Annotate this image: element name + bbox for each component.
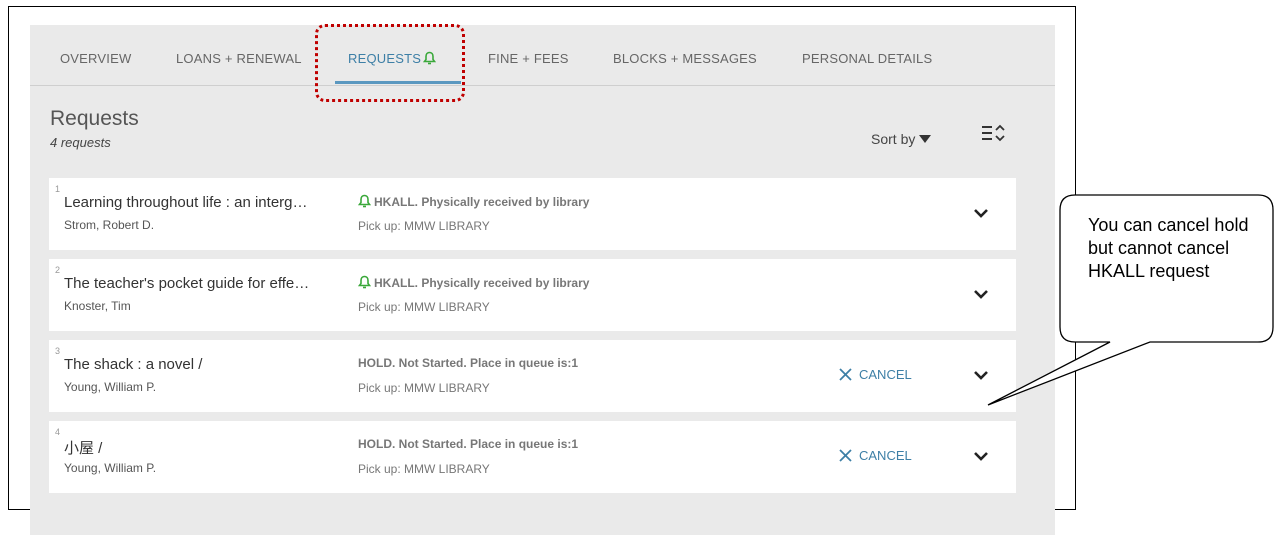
- callout-text: You can cancel hold but cannot cancel HK…: [1088, 215, 1249, 281]
- callout-bubble: [987, 194, 1274, 406]
